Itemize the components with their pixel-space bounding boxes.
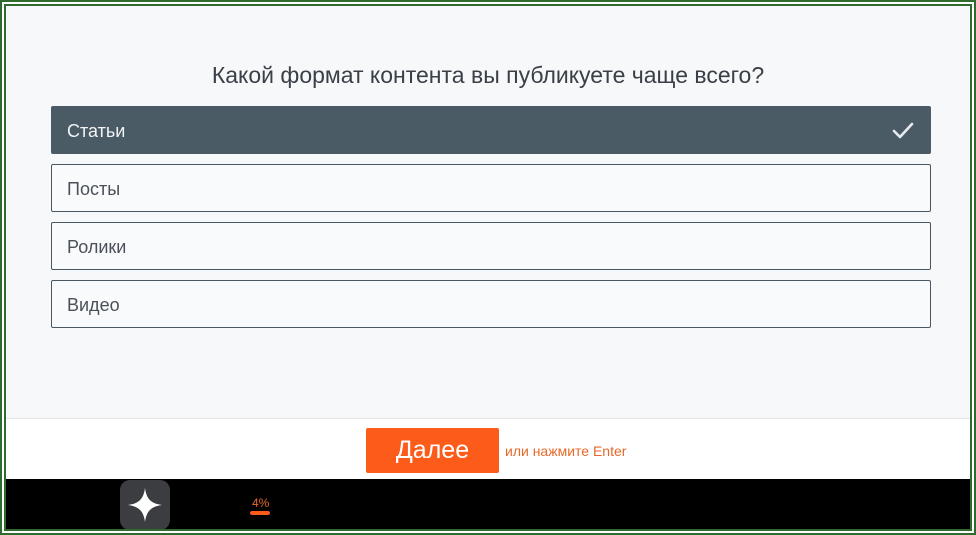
option-posts[interactable]: Посты (51, 164, 931, 212)
option-label: Видео (67, 295, 120, 315)
progress-percent: 4% (252, 496, 270, 510)
option-label: Посты (67, 179, 121, 199)
option-clips[interactable]: Ролики (51, 222, 931, 270)
option-label: Статьи (67, 121, 126, 141)
next-button[interactable]: Далее (366, 428, 499, 473)
option-video[interactable]: Видео (51, 280, 931, 328)
progress-fill (250, 511, 270, 515)
question-title: Какой формат контента вы публикуете чаще… (211, 62, 765, 88)
enter-hint: или нажмите Enter (505, 443, 627, 459)
bottom-bar: 4% (6, 479, 970, 529)
check-icon (892, 122, 914, 139)
option-articles[interactable]: Статьи (51, 106, 931, 154)
brand-logo[interactable] (120, 480, 170, 529)
progress-bar (250, 511, 270, 515)
option-label: Ролики (67, 237, 127, 257)
footer: Далее или нажмите Enter (6, 418, 970, 480)
sparkle-star-icon (128, 488, 162, 522)
survey-panel: Какой формат контента вы публикуете чаще… (4, 4, 972, 531)
answer-options: Статьи Посты Ролики Видео (51, 106, 931, 338)
